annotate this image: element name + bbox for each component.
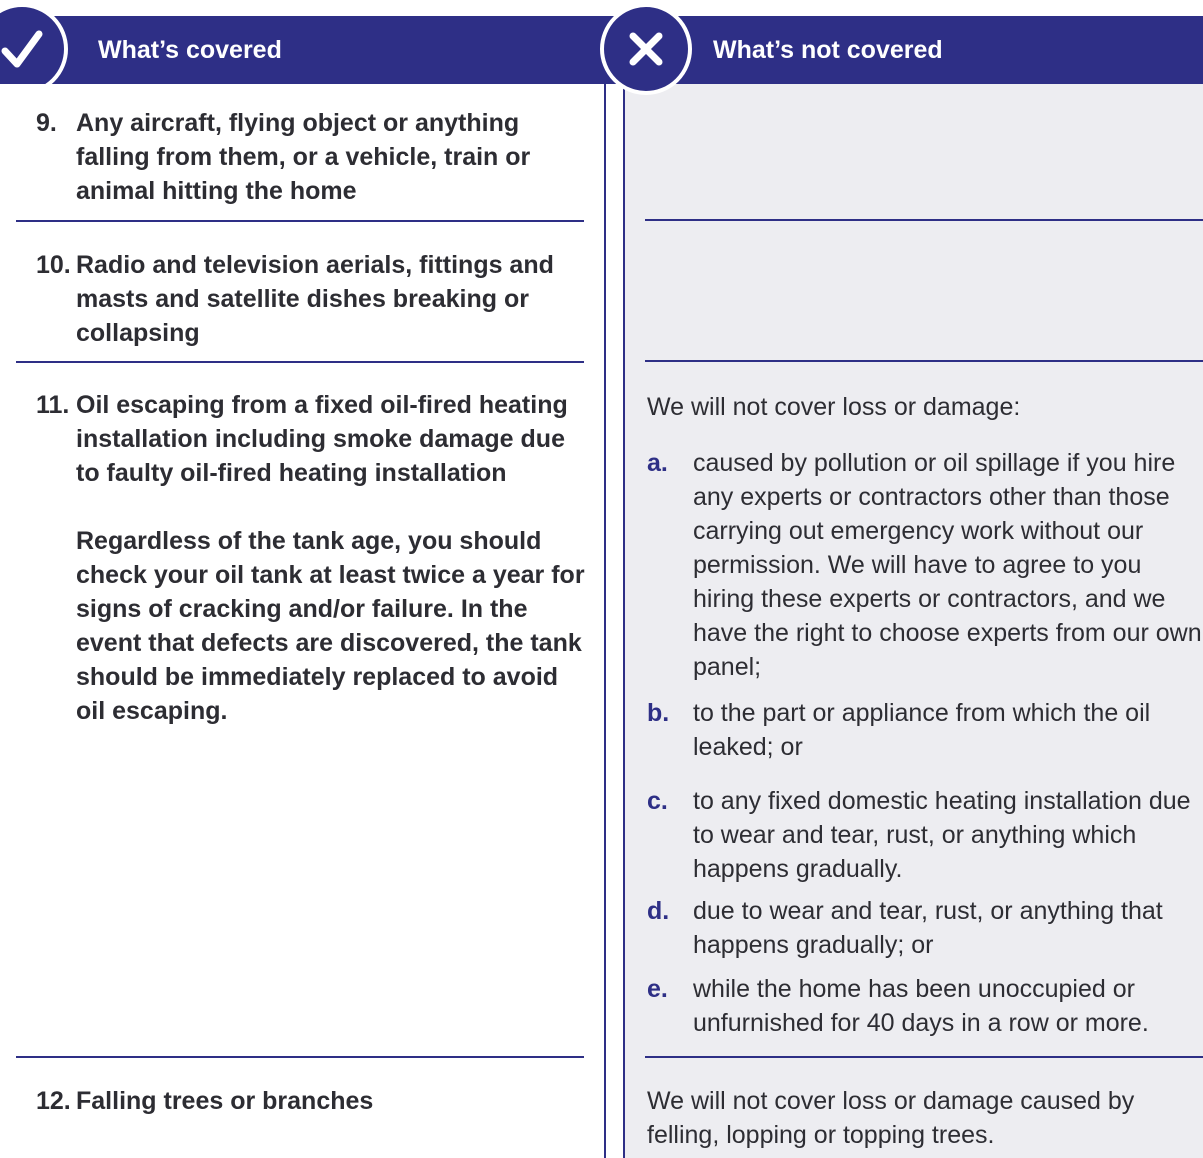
cross-icon: [600, 3, 692, 95]
item-text: Any aircraft, flying object or anything …: [76, 109, 531, 205]
covered-column: What’s covered 9. Any aircraft, flying o…: [0, 0, 606, 1158]
exclusion-letter: e.: [647, 975, 668, 1003]
exclusion-text: to any fixed domestic heating installati…: [693, 787, 1191, 883]
exclusion-letter: d.: [647, 897, 670, 925]
not-covered-header: What’s not covered: [606, 16, 1203, 84]
divider: [645, 219, 1203, 221]
covered-header: What’s covered: [0, 16, 606, 84]
item-number: 10.: [36, 251, 71, 279]
item-text: Radio and television aerials, fittings a…: [76, 251, 554, 347]
exclusion-text: due to wear and tear, rust, or anything …: [693, 897, 1163, 959]
oil-exclusions-intro: We will not cover loss or damage:: [647, 393, 1021, 421]
item-number: 11.: [36, 391, 70, 419]
item-text-block: Oil escaping from a fixed oil-fired heat…: [76, 388, 590, 728]
covered-title: What’s covered: [98, 36, 282, 64]
exclusion-text: to the part or appliance from which the …: [693, 699, 1151, 761]
not-covered-column: We will not cover loss or damage: a. cau…: [600, 0, 1203, 1158]
exclusion-text: caused by pollution or oil spillage if y…: [693, 449, 1202, 681]
exclusion-letter: c.: [647, 787, 668, 815]
divider: [645, 1056, 1203, 1058]
divider: [645, 360, 1203, 362]
item-number: 9.: [36, 109, 57, 137]
checkmark-icon: [0, 3, 68, 95]
not-covered-body: We will not cover loss or damage: a. cau…: [623, 84, 1203, 1158]
trees-exclusion-text: We will not cover loss or damage caused …: [647, 1087, 1135, 1149]
divider: [16, 220, 584, 222]
covered-body: 9. Any aircraft, flying object or anythi…: [0, 84, 606, 1158]
item-number: 12.: [36, 1087, 71, 1115]
item-text: Oil escaping from a fixed oil-fired heat…: [76, 391, 568, 487]
divider: [16, 361, 584, 363]
divider: [16, 1056, 584, 1058]
exclusion-text: while the home has been unoccupied or un…: [693, 975, 1149, 1037]
not-covered-title: What’s not covered: [713, 36, 943, 64]
item-text: Falling trees or branches: [76, 1087, 374, 1115]
exclusion-letter: b.: [647, 699, 670, 727]
item-note: Regardless of the tank age, you should c…: [76, 527, 585, 725]
exclusion-letter: a.: [647, 449, 668, 477]
